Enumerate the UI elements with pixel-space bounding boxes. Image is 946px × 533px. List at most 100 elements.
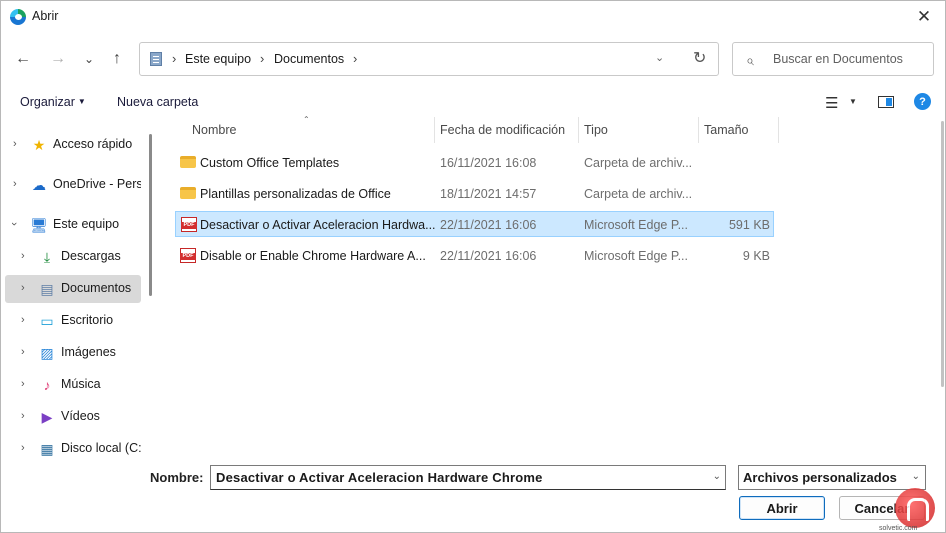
organize-button[interactable]: Organizar ▼ [20, 95, 86, 109]
chevron-right-icon[interactable]: › [13, 178, 17, 190]
back-button[interactable]: ← [11, 47, 35, 71]
chevron-right-icon[interactable]: › [21, 282, 25, 294]
sidebar-item-label: Descargas [61, 249, 121, 263]
column-header-size[interactable]: Tamaño [698, 117, 778, 145]
column-header-name[interactable]: Nombre [186, 117, 434, 145]
chevron-down-icon[interactable]: ⌄ [912, 471, 920, 482]
sidebar-item-documentos[interactable]: › ▤ Documentos [5, 275, 141, 303]
folder-icon [180, 187, 196, 199]
column-header-type[interactable]: Tipo [578, 117, 698, 145]
sidebar-item-label: Documentos [61, 281, 132, 295]
file-name-label: Nombre: [150, 470, 204, 485]
chevron-down-icon: ▼ [77, 97, 86, 106]
drive-icon: ▦ [40, 440, 54, 457]
file-type: Microsoft Edge P... [584, 218, 688, 232]
sidebar-item-acceso-rapido[interactable]: › ★ Acceso rápido [5, 131, 141, 159]
sidebar-item-label: Disco local (C: [61, 441, 142, 455]
sidebar-item-musica[interactable]: › ♪ Música [5, 371, 141, 399]
chevron-down-icon[interactable]: › [8, 222, 20, 226]
forward-button[interactable]: → [46, 47, 70, 71]
up-button[interactable]: ↑ [105, 47, 129, 71]
new-folder-button[interactable]: Nueva carpeta [117, 95, 198, 109]
chevron-down-icon[interactable]: ▼ [849, 97, 857, 106]
pictures-icon: ▨ [40, 344, 54, 361]
navigation-pane: › ★ Acceso rápido › ☁ OneDrive - Pers › … [1, 127, 151, 457]
breadcrumb-separator: › [260, 51, 265, 66]
file-name-input[interactable]: Desactivar o Activar Aceleracion Hardwar… [210, 465, 726, 490]
sidebar-item-videos[interactable]: › ▶ Vídeos [5, 403, 141, 431]
sidebar-item-disco-local[interactable]: › ▦ Disco local (C: [5, 435, 142, 463]
help-icon[interactable]: ? [914, 93, 931, 110]
sidebar-item-label: Imágenes [61, 345, 116, 359]
pdf-icon [181, 217, 197, 232]
address-dropdown-icon[interactable]: ⌄ [655, 51, 664, 64]
view-options-icon[interactable]: ☰ [825, 94, 838, 112]
recent-locations-button[interactable]: ⌄ [77, 47, 101, 71]
organize-label: Organizar [20, 95, 75, 109]
download-icon: ⤓ [43, 248, 51, 265]
file-type: Carpeta de archiv... [584, 187, 693, 201]
breadcrumb-este-equipo[interactable]: Este equipo [185, 52, 251, 66]
videos-icon: ▶ [41, 408, 53, 425]
sidebar-scrollbar[interactable] [149, 134, 152, 296]
file-size: 591 KB [728, 218, 770, 232]
file-size: 9 KB [742, 249, 770, 263]
open-button[interactable]: Abrir [739, 496, 825, 520]
pdf-icon [180, 248, 196, 263]
search-input[interactable]: ⌕ Buscar en Documentos [732, 42, 934, 76]
file-name: Desactivar o Activar Aceleracion Hardwa.… [200, 218, 436, 232]
search-icon: ⌕ [746, 52, 754, 68]
sidebar-item-label: OneDrive - Pers [53, 177, 141, 191]
refresh-icon[interactable]: ↻ [693, 48, 706, 68]
chevron-right-icon[interactable]: › [21, 346, 25, 358]
file-type-value: Archivos personalizados [743, 470, 897, 485]
address-bar[interactable]: › Este equipo › Documentos › ⌄ ↻ [139, 42, 719, 76]
chevron-down-icon[interactable]: ⌄ [713, 471, 721, 482]
sidebar-item-imagenes[interactable]: › ▨ Imágenes [5, 339, 141, 367]
file-name-value: Desactivar o Activar Aceleracion Hardwar… [216, 470, 543, 485]
sidebar-item-label: Escritorio [61, 313, 114, 327]
chevron-right-icon[interactable]: › [21, 250, 25, 262]
file-row-plantillas-personalizadas[interactable]: Plantillas personalizadas de Office 18/1… [175, 181, 774, 207]
file-date: 16/11/2021 16:08 [440, 156, 537, 170]
sidebar-item-label: Vídeos [61, 409, 100, 423]
chevron-right-icon[interactable]: › [21, 314, 25, 326]
file-name: Plantillas personalizadas de Office [200, 187, 391, 201]
file-row-desactivar-o-activar[interactable]: Desactivar o Activar Aceleracion Hardwa.… [175, 211, 774, 237]
window-title: Abrir [32, 9, 59, 23]
column-header-date[interactable]: Fecha de modificación [434, 117, 578, 145]
sidebar-item-escritorio[interactable]: › ▭ Escritorio [5, 307, 141, 335]
breadcrumb-separator: › [172, 51, 177, 66]
sidebar-item-label: Música [61, 377, 101, 391]
breadcrumb-separator[interactable]: › [353, 51, 357, 66]
title-bar: Abrir ✕ [1, 1, 945, 33]
file-date: 22/11/2021 16:06 [440, 249, 537, 263]
cloud-icon: ☁ [32, 176, 46, 193]
breadcrumb-documentos[interactable]: Documentos [274, 52, 344, 66]
file-type-select[interactable]: Archivos personalizados ⌄ [738, 465, 926, 490]
search-placeholder: Buscar en Documentos [773, 52, 903, 66]
documents-location-icon [150, 52, 162, 66]
chevron-right-icon[interactable]: › [21, 378, 25, 390]
sidebar-item-este-equipo[interactable]: › 🖥 Este equipo [5, 211, 141, 239]
preview-pane-icon[interactable] [878, 96, 894, 108]
column-divider[interactable] [778, 117, 779, 143]
file-row-custom-office-templates[interactable]: Custom Office Templates 16/11/2021 16:08… [175, 150, 774, 176]
documents-icon: ▤ [40, 280, 54, 297]
sidebar-item-descargas[interactable]: › ⤓ Descargas [5, 243, 141, 271]
file-type: Carpeta de archiv... [584, 156, 693, 170]
chevron-right-icon[interactable]: › [21, 410, 25, 422]
sidebar-item-onedrive[interactable]: › ☁ OneDrive - Pers [5, 171, 141, 199]
music-icon: ♪ [43, 377, 51, 393]
open-file-dialog: Abrir ✕ ← → ⌄ ↑ › Este equipo › Document… [0, 0, 946, 533]
file-date: 18/11/2021 14:57 [440, 187, 537, 201]
chevron-right-icon[interactable]: › [13, 138, 17, 150]
watermark-logo-icon [895, 488, 935, 528]
file-row-disable-or-enable[interactable]: Disable or Enable Chrome Hardware A... 2… [175, 243, 774, 269]
file-name: Disable or Enable Chrome Hardware A... [200, 249, 426, 263]
chevron-right-icon[interactable]: › [21, 442, 25, 454]
watermark-text: solvetic.com [879, 525, 918, 532]
star-icon: ★ [32, 136, 46, 153]
window-scrollbar[interactable] [941, 121, 944, 387]
close-button[interactable]: ✕ [907, 3, 941, 31]
